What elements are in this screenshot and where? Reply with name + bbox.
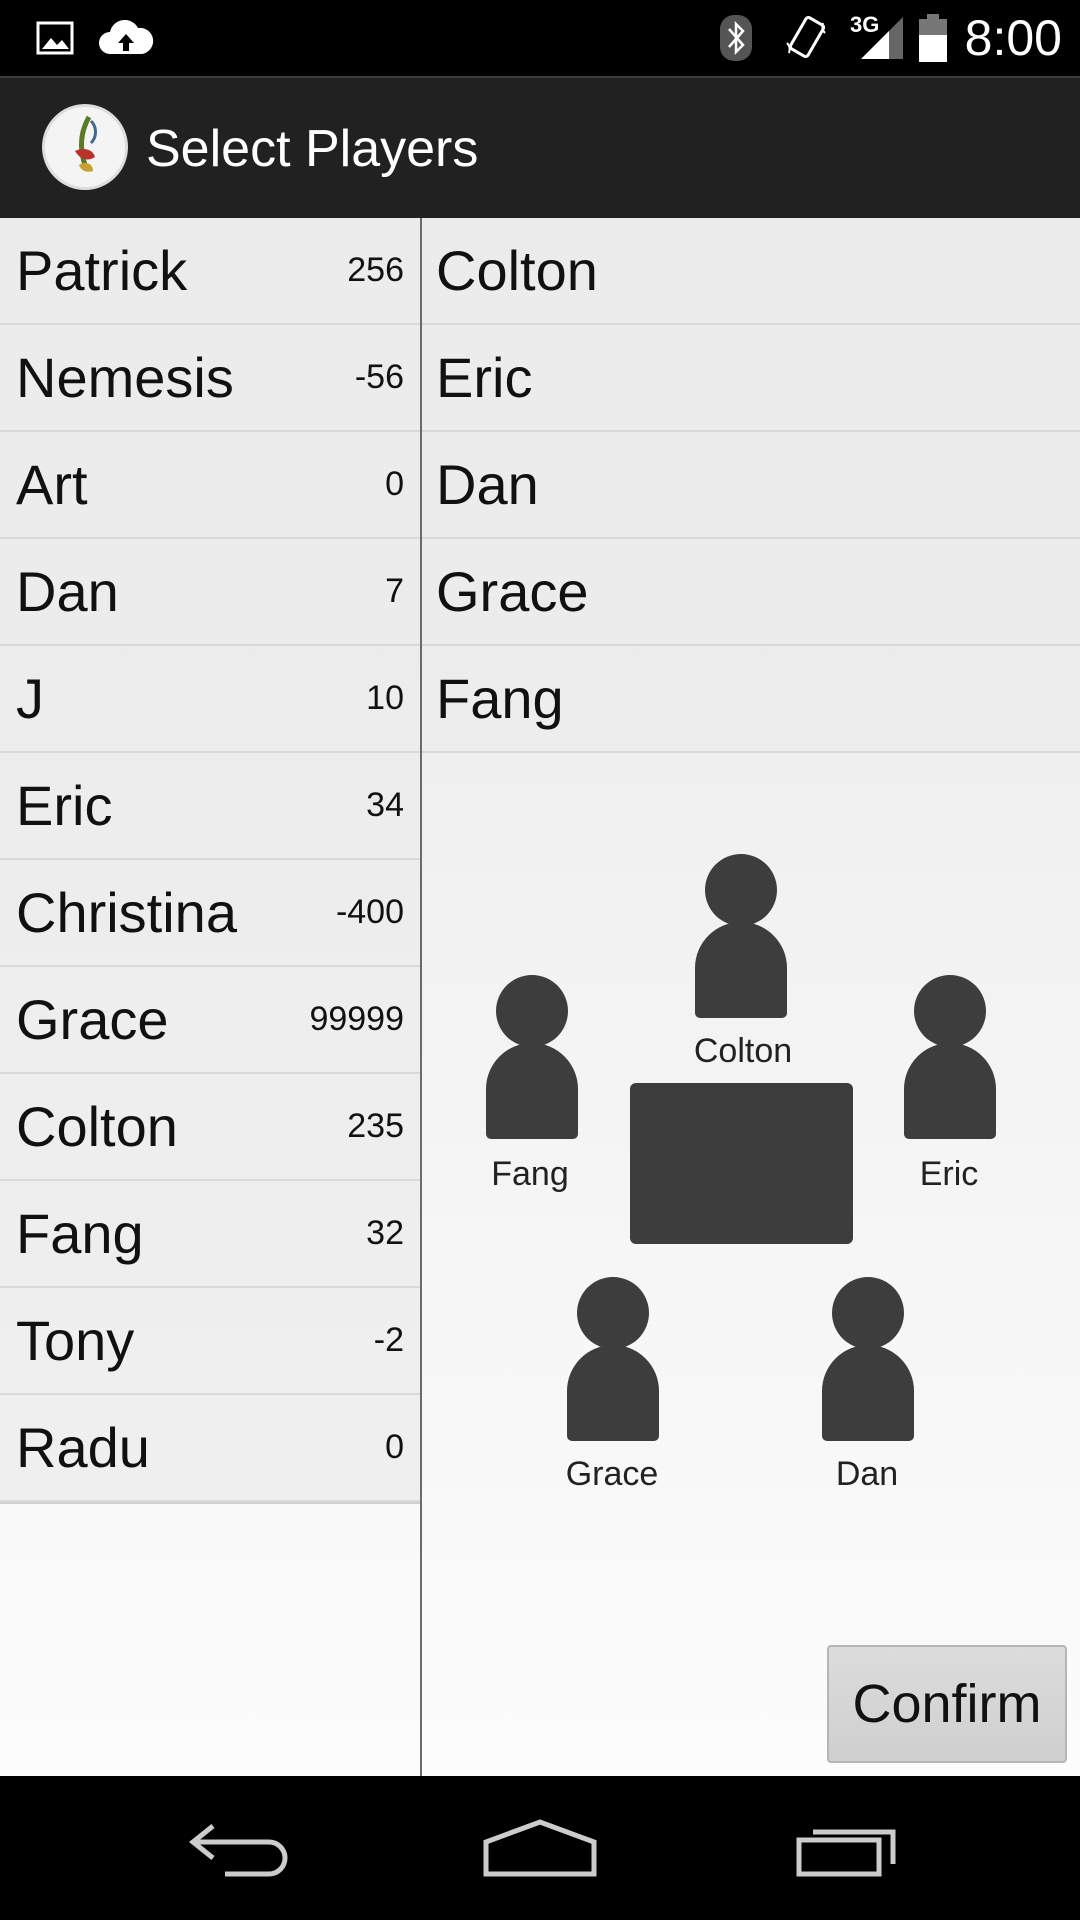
status-bar: 3G 8:00: [0, 0, 1080, 76]
selected-player-row[interactable]: Eric: [422, 325, 1080, 432]
player-name: Radu: [16, 1416, 150, 1479]
player-score: 7: [385, 572, 404, 610]
all-players-list[interactable]: Patrick 256 Nemesis -56 Art 0 Dan 7 J 10 Eric…: [0, 218, 420, 1776]
player-name: Art: [16, 453, 88, 516]
selected-player-row[interactable]: Colton: [422, 218, 1080, 325]
selected-player-name: Colton: [436, 239, 598, 302]
player-row-fang[interactable]: Fang 32: [0, 1181, 420, 1288]
player-row-patrick[interactable]: Patrick 256: [0, 218, 420, 325]
selected-player-name: Fang: [436, 667, 564, 730]
seat-bottom-right-label: Dan: [835, 1455, 899, 1493]
player-score: 235: [347, 1107, 404, 1145]
back-icon[interactable]: [170, 1796, 310, 1900]
home-icon[interactable]: [470, 1796, 610, 1900]
player-score: 10: [366, 679, 404, 717]
player-row-dan[interactable]: Dan 7: [0, 539, 420, 646]
player-row-grace[interactable]: Grace 99999: [0, 967, 420, 1074]
player-name: Nemesis: [16, 346, 234, 409]
player-name: Colton: [16, 1095, 178, 1158]
player-row-radu[interactable]: Radu 0: [0, 1395, 420, 1502]
seat-right-label: Eric: [919, 1155, 979, 1193]
player-row-tony[interactable]: Tony -2: [0, 1288, 420, 1395]
player-row-nemesis[interactable]: Nemesis -56: [0, 325, 420, 432]
player-row-christina[interactable]: Christina -400: [0, 860, 420, 967]
confirm-button[interactable]: Confirm: [827, 1645, 1067, 1763]
player-score: 0: [385, 465, 404, 503]
player-score: 99999: [309, 1000, 404, 1038]
player-row-eric[interactable]: Eric 34: [0, 753, 420, 860]
selected-player-name: Dan: [436, 453, 539, 516]
player-score: -2: [373, 1321, 404, 1359]
player-score: -400: [335, 893, 404, 931]
player-name: Eric: [16, 774, 113, 837]
player-row-colton[interactable]: Colton 235: [0, 1074, 420, 1181]
player-score: 32: [366, 1214, 404, 1252]
player-name: J: [16, 667, 44, 730]
seat-left-label: Fang: [491, 1155, 569, 1193]
player-name: Fang: [16, 1202, 144, 1265]
selected-player-row[interactable]: Dan: [422, 432, 1080, 539]
selected-player-row[interactable]: Grace: [422, 539, 1080, 646]
navigation-bar: [0, 1776, 1080, 1920]
player-name: Dan: [16, 560, 119, 623]
player-score: 34: [366, 786, 404, 824]
action-bar: Select Players: [0, 76, 1080, 218]
selected-player-name: Eric: [436, 346, 533, 409]
app-logo-icon[interactable]: [42, 104, 128, 190]
recents-icon[interactable]: [780, 1796, 920, 1900]
selected-player-row[interactable]: Fang: [422, 646, 1080, 753]
bluetooth-icon: [718, 0, 754, 76]
clock: 8:00: [964, 10, 1062, 66]
seat-bottom-left-label: Grace: [565, 1455, 659, 1493]
player-score: -56: [354, 358, 404, 396]
selected-player-name: Grace: [436, 560, 589, 623]
player-score: 256: [347, 251, 404, 289]
player-name: Tony: [16, 1309, 135, 1372]
seat-top-label: Colton: [693, 1032, 793, 1070]
signal-icon: [858, 0, 906, 76]
page-title: Select Players: [146, 120, 479, 178]
player-name: Grace: [16, 988, 169, 1051]
game-table: [630, 1083, 853, 1244]
image-icon: [34, 0, 76, 76]
vibrate-icon: [782, 0, 830, 76]
player-score: 0: [385, 1428, 404, 1466]
player-name: Patrick: [16, 239, 188, 302]
battery-icon: [916, 0, 950, 76]
player-row-art[interactable]: Art 0: [0, 432, 420, 539]
player-name: Christina: [16, 881, 237, 944]
cloud-upload-icon: [96, 0, 156, 76]
player-row-j[interactable]: J 10: [0, 646, 420, 753]
